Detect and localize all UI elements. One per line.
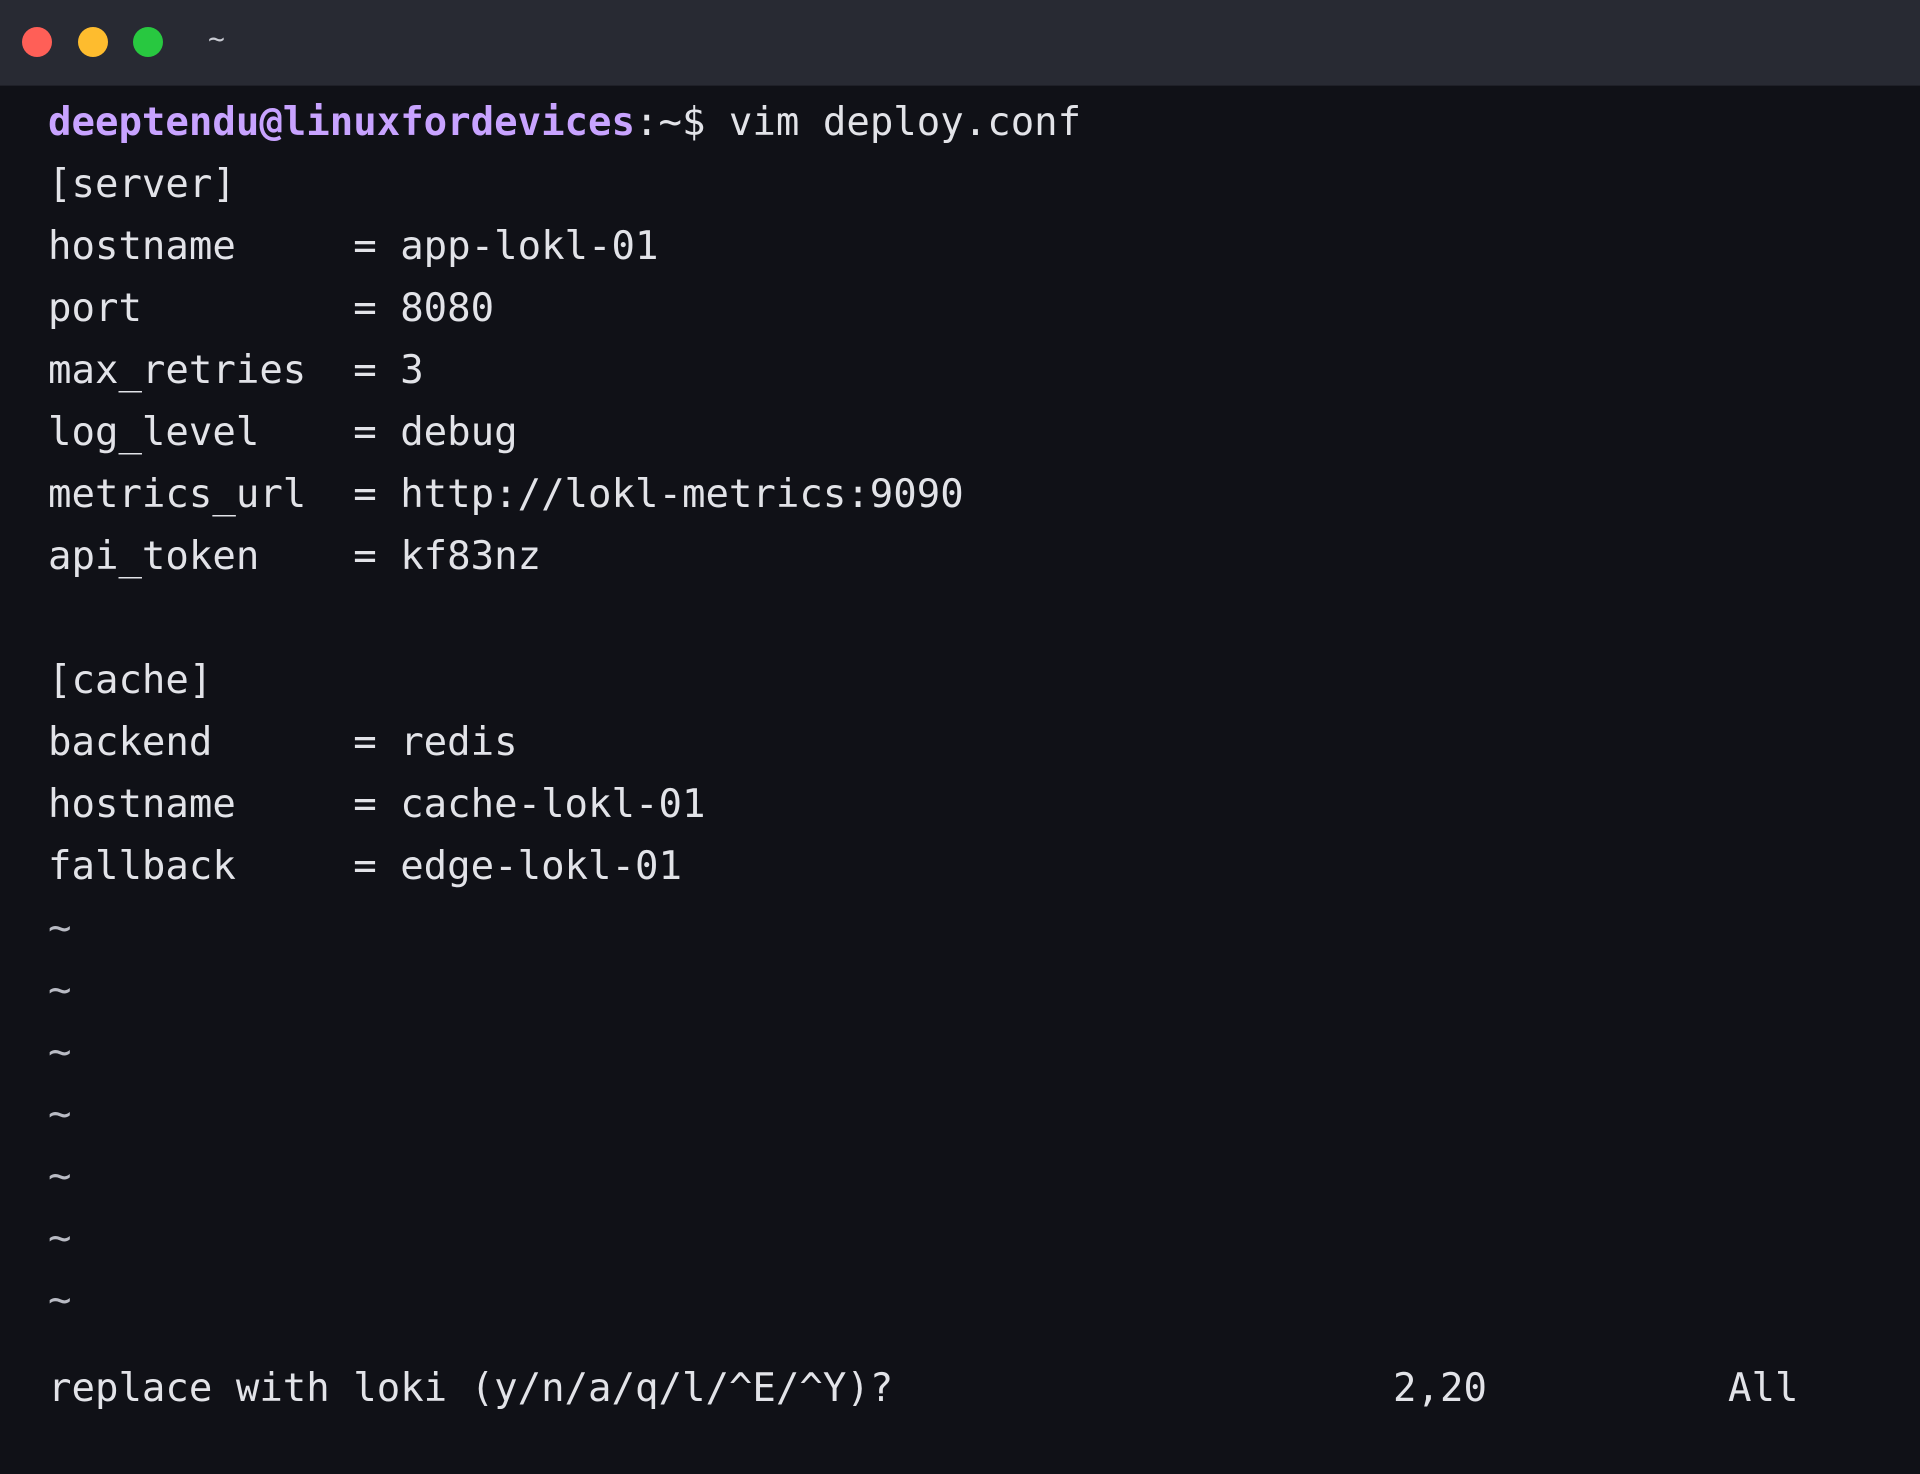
empty-line-marker: ~: [48, 968, 72, 1013]
vim-scroll-indicator: All: [1728, 1366, 1799, 1411]
buffer-line: metrics_url = http://lokl-metrics:9090: [48, 472, 964, 517]
buffer-line: fallback = edge-lokl-01: [48, 844, 682, 889]
empty-line-marker: ~: [48, 906, 72, 951]
prompt-command: vim deploy.conf: [705, 100, 1082, 145]
buffer-line: api_token = kf83nz: [48, 534, 542, 579]
close-window-button[interactable]: [22, 27, 52, 57]
buffer-line: hostname = app-lokl-01: [48, 224, 659, 269]
title-bar: ~: [0, 0, 1920, 86]
empty-line-marker: ~: [48, 1216, 72, 1261]
buffer-line: max_retries = 3: [48, 348, 424, 393]
buffer-line: [cache]: [48, 658, 213, 703]
minimize-window-button[interactable]: [78, 27, 108, 57]
window-title: ~: [208, 22, 225, 55]
prompt-user-host: deeptendu@linuxfordevices: [48, 100, 635, 145]
empty-line-marker: ~: [48, 1278, 72, 1323]
maximize-window-button[interactable]: [133, 27, 163, 57]
empty-line-marker: ~: [48, 1030, 72, 1075]
terminal-content[interactable]: deeptendu@linuxfordevices:~$ vim deploy.…: [48, 100, 1081, 1323]
buffer-line: hostname = cache-lokl-01: [48, 782, 706, 827]
buffer-line: log_level = debug: [48, 410, 518, 455]
vim-cursor-position: 2,20: [1393, 1366, 1487, 1411]
terminal-window: ~ deeptendu@linuxfordevices:~$ vim deplo…: [0, 0, 1920, 1474]
prompt-path: :~$: [635, 100, 706, 145]
buffer-line: backend = redis: [48, 720, 518, 765]
buffer-line: [server]: [48, 162, 236, 207]
vim-status-message: replace with loki (y/n/a/q/l/^E/^Y)?: [48, 1366, 894, 1411]
empty-line-marker: ~: [48, 1092, 72, 1137]
buffer-line: port = 8080: [48, 286, 495, 331]
empty-line-marker: ~: [48, 1154, 72, 1199]
prompt-line: deeptendu@linuxfordevices:~$ vim deploy.…: [48, 92, 1081, 154]
